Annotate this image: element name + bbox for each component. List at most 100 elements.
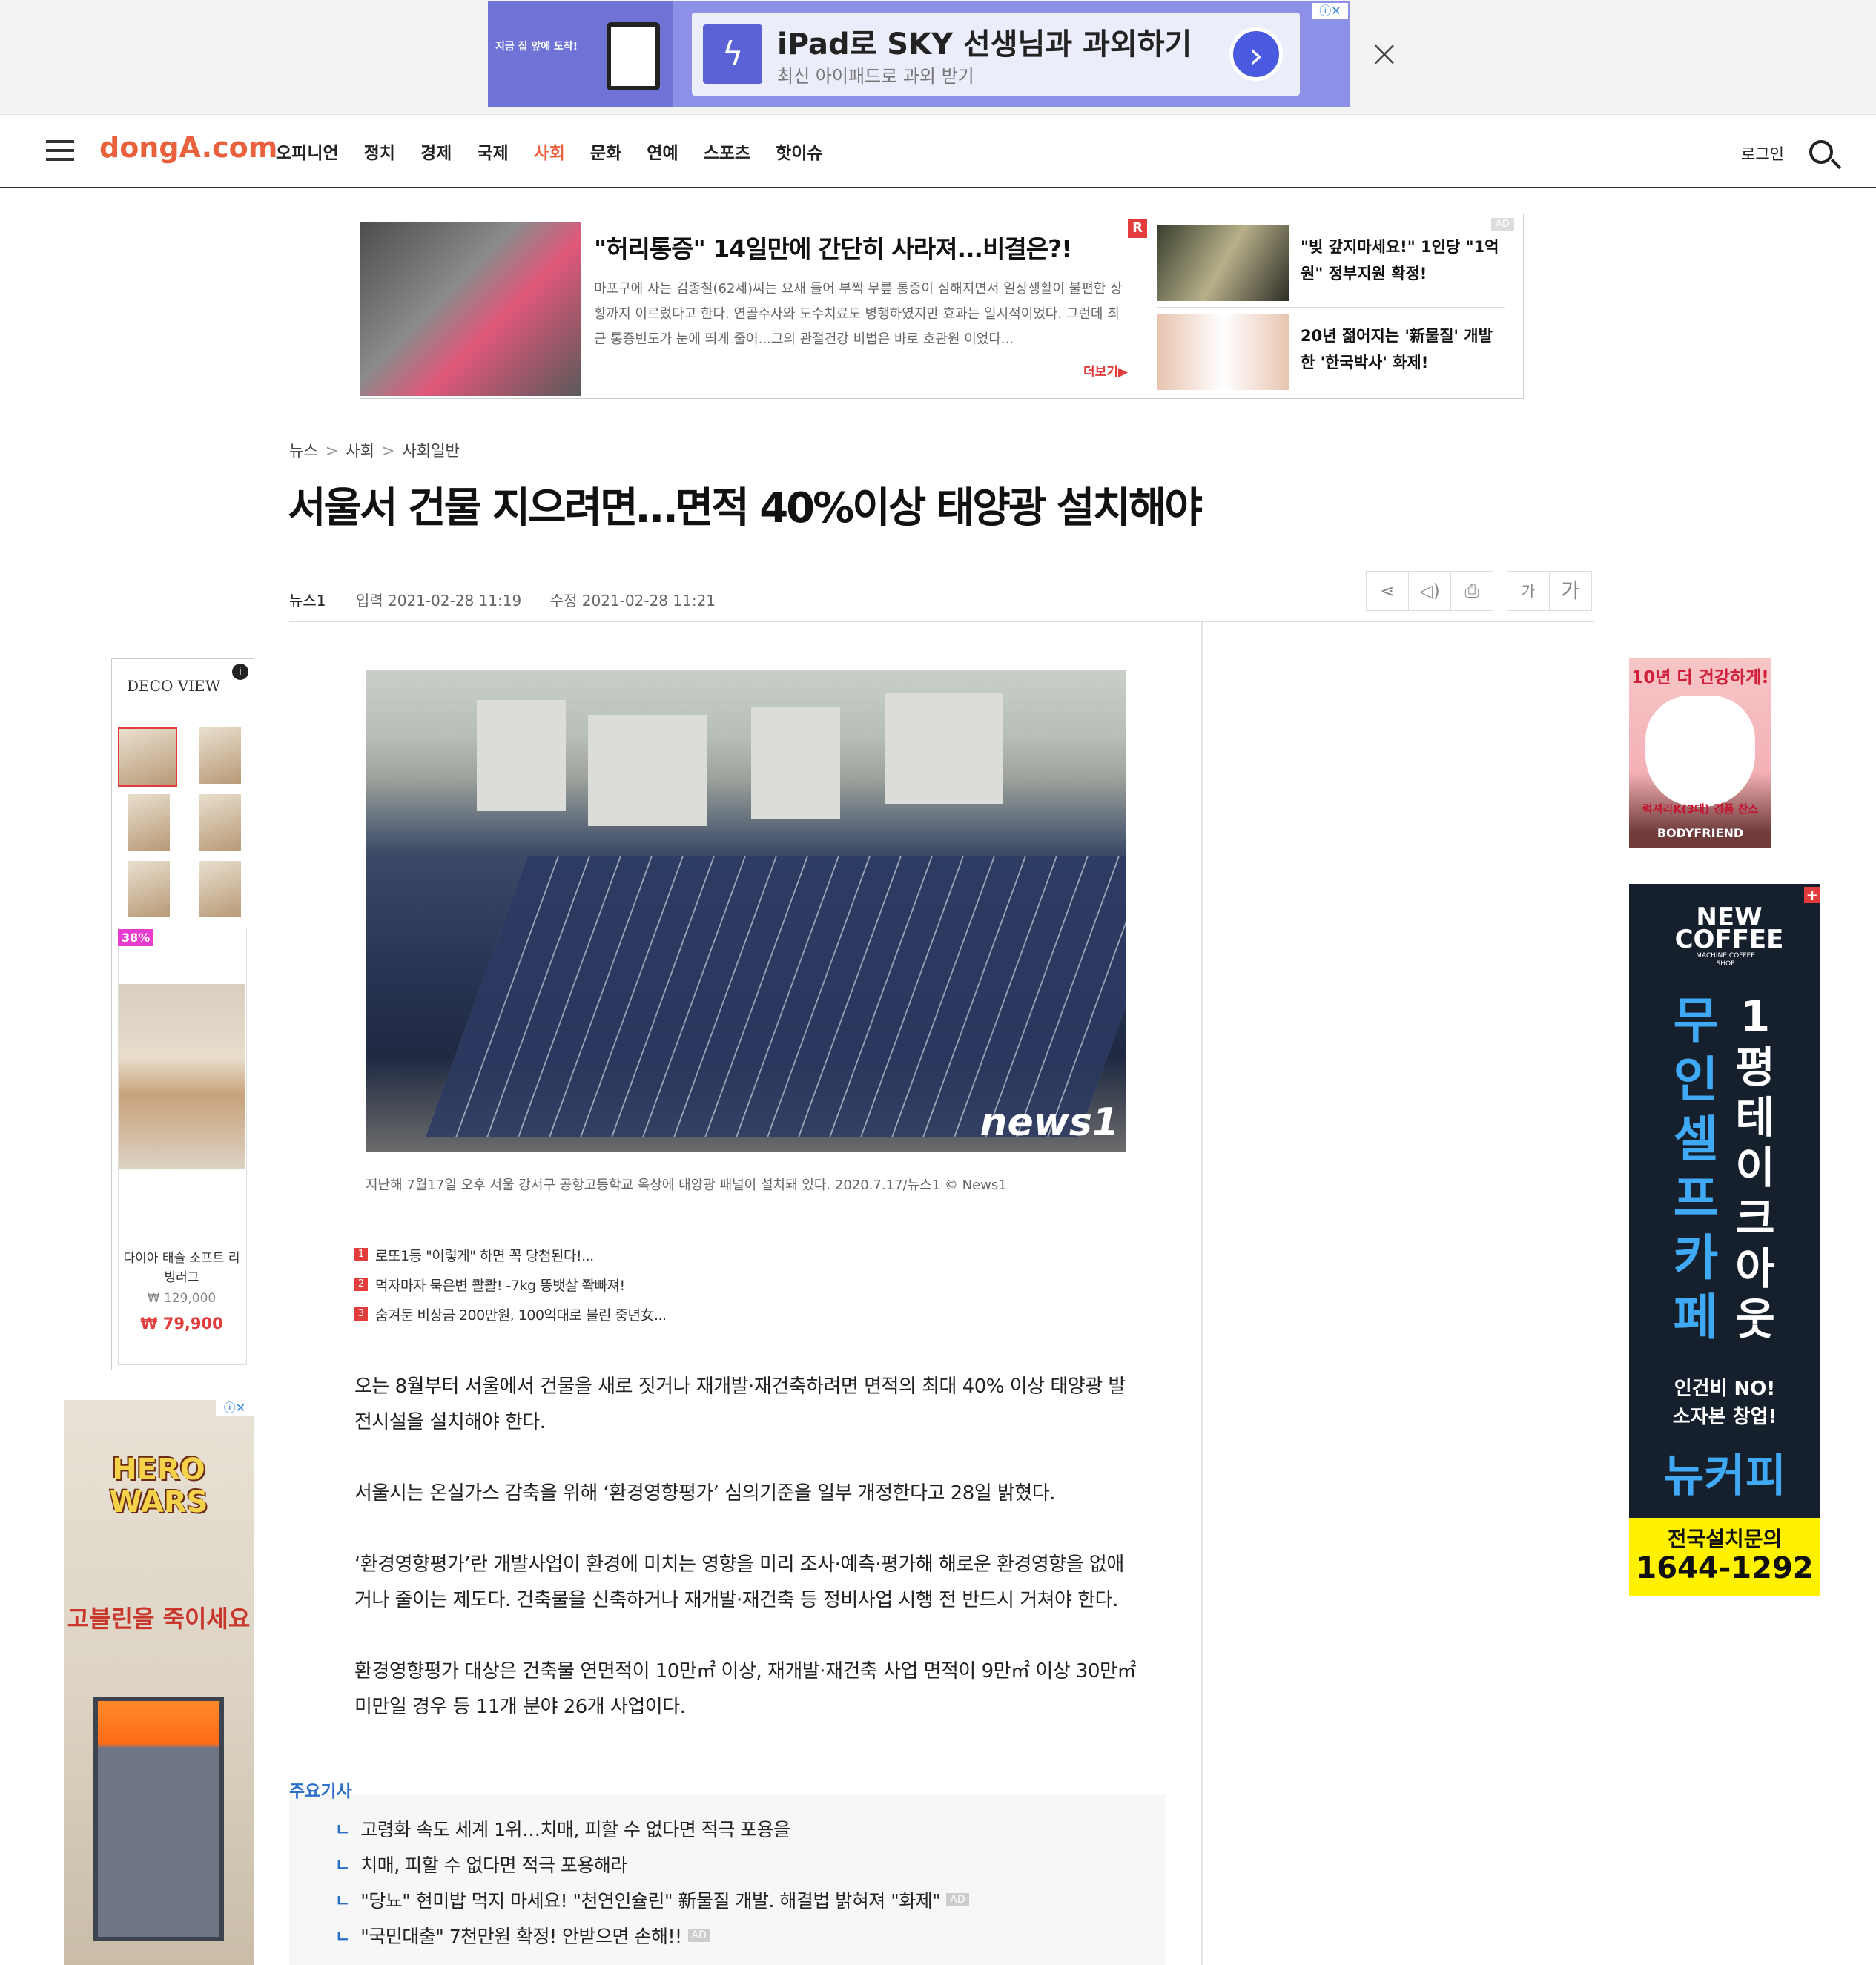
related-article[interactable]: ㄴ "국민대출" 7천만원 확정! 안받으면 손해!! AD (335, 1918, 969, 1953)
ad-vertical-text-2: 1평테이크아웃 (1735, 991, 1775, 1344)
font-size-large-button[interactable]: 가 (1549, 571, 1592, 611)
bodyfriend-logo: BODYFRIEND (1657, 826, 1744, 840)
menu-icon[interactable] (46, 140, 74, 161)
right-ad-new-coffee[interactable]: + NEW COFFEE MACHINE COFFEE SHOP 무인셀프카페 … (1629, 884, 1820, 1596)
ranked-link[interactable]: 2 먹자마자 묵은변 콸콸! -7kg 똥뱃살 쫙빠져! (354, 1269, 667, 1299)
related-article[interactable]: ㄴ 치매, 피할 수 없다면 적극 포용해라 (335, 1846, 969, 1882)
ranked-ad-links: 1 로또1등 "이렇게" 하면 꼭 당첨된다!... 2 먹자마자 묵은변 콸콸… (354, 1240, 667, 1329)
ad-item-title-2[interactable]: 20년 젊어지는 '新물질' 개발한 '한국박사' 화제! (1301, 323, 1501, 376)
site-header: dongA.com 오피니언 정치 경제 국제 사회 문화 연예 스포츠 핫이슈… (0, 115, 1876, 188)
related-article[interactable]: ㄴ "당뇨" 현미밥 먹지 마세요! "천연인슐린" 新물질 개발. 해결법 밝… (335, 1882, 969, 1918)
speaker-icon[interactable]: ◁) (1408, 571, 1451, 611)
ad-phone-number[interactable]: 1644-1292 (1629, 1551, 1820, 1585)
column-divider (1201, 622, 1203, 1965)
related-article[interactable]: ㄴ 고령화 속도 세계 1위…치매, 피할 수 없다면 적극 포용을 (335, 1811, 969, 1846)
font-size-small-button[interactable]: 가 (1507, 571, 1550, 611)
ad-r-badge: R (1128, 219, 1147, 238)
native-ad-banner[interactable]: "허리통증" 14일만에 간단히 사라져...비결은?! R 마포구에 사는 김… (360, 214, 1524, 399)
thumbnail[interactable] (128, 861, 170, 917)
article-title: 서울서 건물 지으려면…면적 40%이상 태양광 설치해야 (288, 484, 1203, 532)
rank-text[interactable]: 숨겨둔 비상금 200만원, 100억대로 불린 중년女... (375, 1304, 667, 1324)
plus-icon[interactable]: + (1804, 887, 1820, 903)
product-price: ₩ 79,900 (140, 1315, 223, 1332)
thumbnail[interactable] (118, 727, 177, 787)
ad-badge: AD (687, 1929, 710, 1942)
nav-item-entertainment[interactable]: 연예 (647, 139, 678, 164)
ad-divider (1157, 307, 1505, 308)
decoview-logo: DECO VIEW (127, 677, 221, 695)
ad-line: 럭셔리K(3대) 경품 찬스 (1642, 802, 1759, 816)
print-icon[interactable]: ⎙ (1450, 571, 1493, 611)
ad-brand-korean: 뉴커피 (1663, 1450, 1786, 1502)
ad-item-title-1[interactable]: "빚 갚지마세요!" 1인당 "1억원" 정부지원 확정! (1301, 234, 1501, 287)
ad-headline: iPad로 SKY 선생님과 과외하기 (777, 27, 1192, 62)
product-old-price: ₩ 129,000 (147, 1291, 217, 1306)
ad-footer-label: 전국설치문의 (1667, 1527, 1783, 1551)
thumbnail[interactable] (199, 861, 241, 917)
photo-building (751, 707, 840, 819)
rank-text[interactable]: 먹자마자 묵은변 콸콸! -7kg 똥뱃살 쫙빠져! (375, 1275, 625, 1295)
photo-watermark: news1 (980, 1100, 1119, 1145)
ad-item-image-2[interactable] (1157, 314, 1289, 390)
left-ad-hero-wars[interactable]: ⓘ✕ HERO WARS 고블린을 죽이세요 (64, 1400, 254, 1965)
related-article-title[interactable]: 고령화 속도 세계 1위…치매, 피할 수 없다면 적극 포용을 (360, 1815, 790, 1842)
rank-number: 3 (354, 1307, 368, 1321)
nav-item-culture[interactable]: 문화 (590, 139, 621, 164)
thumbnail[interactable] (128, 794, 170, 851)
photo-building (588, 715, 707, 826)
share-icon[interactable]: ⋖ (1366, 571, 1409, 611)
corner-arrow-icon: ㄴ (335, 1892, 351, 1911)
nav-item-politics[interactable]: 정치 (364, 139, 395, 164)
rank-text[interactable]: 로또1등 "이렇게" 하면 꼭 당첨된다!... (375, 1245, 594, 1265)
login-link[interactable]: 로그인 (1741, 142, 1784, 165)
search-icon[interactable] (1809, 140, 1833, 164)
right-ad-bodyfriend[interactable]: 10년 더 건강하게! 럭셔리K(3대) 경품 찬스 BODYFRIEND (1629, 658, 1771, 848)
thumbnail[interactable] (199, 727, 241, 784)
related-articles-list: ㄴ 고령화 속도 세계 1위…치매, 피할 수 없다면 적극 포용을 ㄴ 치매,… (335, 1811, 969, 1953)
ad-more-link[interactable]: 더보기▶ (1083, 361, 1128, 380)
nav-item-economy[interactable]: 경제 (420, 139, 452, 164)
product-image[interactable] (119, 984, 245, 1169)
photo-building (885, 693, 1003, 804)
nav-item-opinion[interactable]: 오피니언 (276, 139, 339, 164)
site-logo[interactable]: dongA.com (99, 131, 277, 164)
breadcrumb-society-general[interactable]: 사회일반 (403, 442, 460, 460)
breadcrumb-separator: > (381, 442, 395, 460)
ad-panel[interactable]: ϟ iPad로 SKY 선생님과 과외하기 최신 아이패드로 과외 받기 › (692, 13, 1300, 96)
ranked-link[interactable]: 3 숨겨둔 비상금 200만원, 100억대로 불린 중년女... (354, 1299, 667, 1329)
ad-image-back-pain[interactable] (360, 222, 581, 396)
adchoices-icon[interactable]: ⓘ✕ (216, 1400, 254, 1416)
nav-item-society[interactable]: 사회 (534, 139, 565, 164)
article-paragraph: 오는 8월부터 서울에서 건물을 새로 짓거나 재개발·재건축하려면 면적의 최… (354, 1376, 1126, 1433)
breadcrumb-society[interactable]: 사회 (346, 442, 374, 460)
related-article-title[interactable]: "당뇨" 현미밥 먹지 마세요! "천연인슐린" 新물질 개발. 해결법 밝혀져… (360, 1886, 941, 1913)
article-input-time: 입력 2021-02-28 11:19 (355, 592, 522, 610)
article-modified-time: 수정 2021-02-28 11:21 (549, 592, 716, 610)
article-photo[interactable]: news1 (366, 670, 1126, 1152)
article-paragraph: 서울시는 온실가스 감축을 위해 ‘환경영향평가’ 심의기준을 일부 개정한다고… (354, 1482, 1055, 1505)
article-paragraph: 환경영향평가 대상은 건축물 연면적이 10만㎡ 이상, 재개발·재건축 사업 … (354, 1660, 1136, 1718)
nav-item-sports[interactable]: 스포츠 (704, 139, 750, 164)
related-article-title[interactable]: "국민대출" 7천만원 확정! 안받으면 손해!! (360, 1922, 682, 1949)
ad-title: 10년 더 건강하게! (1631, 668, 1769, 687)
chevron-right-icon[interactable]: › (1229, 27, 1283, 81)
top-ad-banner[interactable]: 지금 집 앞에 도착! ϟ iPad로 SKY 선생님과 과외하기 최신 아이패… (488, 1, 1350, 107)
ad-item-image-1[interactable] (1157, 225, 1289, 301)
info-icon[interactable]: i (232, 664, 248, 680)
adchoices-icon[interactable]: ⓘ✕ (1312, 3, 1348, 19)
thumbnail[interactable] (199, 794, 241, 851)
nav-item-international[interactable]: 국제 (477, 139, 508, 164)
ad-title[interactable]: "허리통증" 14일만에 간단히 사라져...비결은?! (594, 229, 1072, 265)
breadcrumb: 뉴스 > 사회 > 사회일반 (289, 439, 460, 461)
ad-cta-text: 고블린을 죽이세요 (67, 1605, 251, 1633)
left-ad-decoview[interactable]: DECO VIEW i 38% 다이아 태슬 소프트 리빙러그 ₩ 129,00… (111, 658, 254, 1370)
ad-description[interactable]: 마포구에 사는 김종철(62세)씨는 요새 들어 부쩍 무릎 통증이 심해지면서… (594, 277, 1132, 352)
ranked-link[interactable]: 1 로또1등 "이렇게" 하면 꼭 당첨된다!... (354, 1240, 667, 1269)
related-article-title[interactable]: 치매, 피할 수 없다면 적극 포용해라 (360, 1851, 627, 1878)
nav-item-hot-issue[interactable]: 핫이슈 (776, 139, 822, 164)
article-byline: 뉴스1 입력 2021-02-28 11:19 수정 2021-02-28 11… (289, 589, 739, 610)
article-toolbar: ⋖ ◁) ⎙ 가 가 (1366, 571, 1592, 611)
breadcrumb-news[interactable]: 뉴스 (289, 442, 318, 460)
product-name[interactable]: 다이아 태슬 소프트 리빙러그 (122, 1249, 241, 1287)
close-icon[interactable]: × (1368, 35, 1401, 72)
